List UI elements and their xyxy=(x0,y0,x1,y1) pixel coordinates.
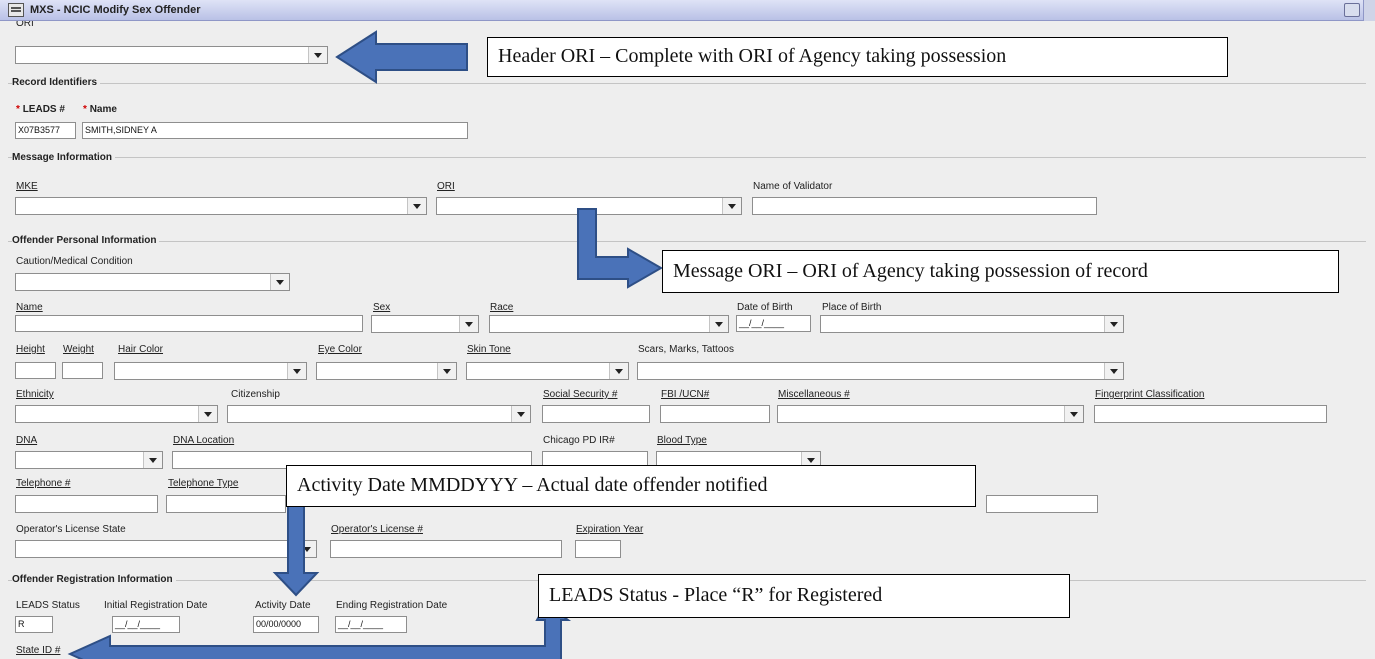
activity-date-arrow xyxy=(272,491,320,597)
annotation-arrows xyxy=(67,30,664,659)
header-ori-callout: Header ORI – Complete with ORI of Agency… xyxy=(487,37,1228,77)
message-ori-callout: Message ORI – ORI of Agency taking posse… xyxy=(662,250,1339,293)
activity-date-callout: Activity Date MMDDYYY – Actual date offe… xyxy=(286,465,976,507)
leads-status-callout: LEADS Status - Place “R” for Registered xyxy=(538,574,1070,618)
message-ori-arrow xyxy=(577,208,664,289)
leads-status-arrow xyxy=(67,602,572,659)
header-ori-arrow xyxy=(335,30,468,84)
